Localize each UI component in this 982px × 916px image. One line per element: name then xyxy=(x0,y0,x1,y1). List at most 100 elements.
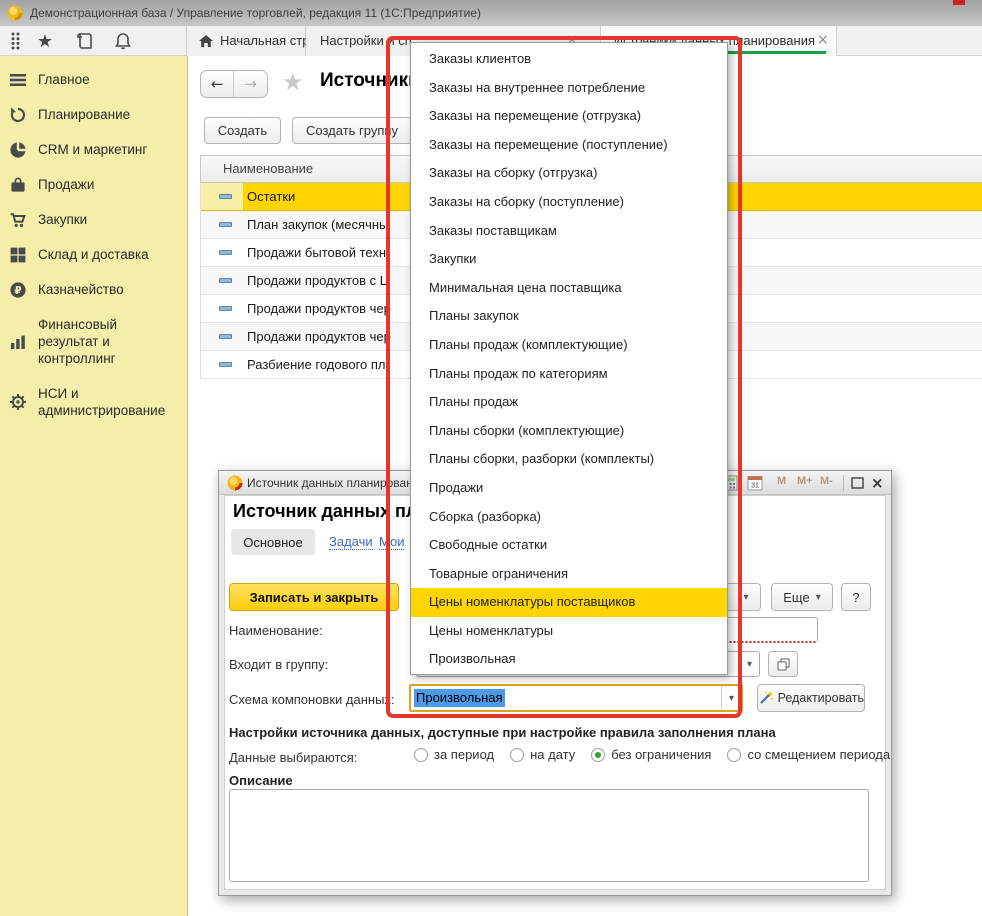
sidebar-item[interactable]: CRM и маркетинг xyxy=(0,132,187,167)
dropdown-item[interactable]: Заказы на сборку (поступление) xyxy=(411,188,727,217)
dropdown-item[interactable]: Минимальная цена поставщика xyxy=(411,274,727,303)
list-item-icon xyxy=(219,362,232,367)
memory-mminus-button[interactable]: M- xyxy=(820,475,833,487)
dialog-tab-main[interactable]: Основное xyxy=(231,529,315,555)
list-item-icon xyxy=(219,222,232,227)
save-and-close-button[interactable]: Записать и закрыть xyxy=(229,583,399,611)
sidebar-item-icon xyxy=(9,106,27,124)
help-button[interactable]: ? xyxy=(841,583,871,611)
edit-schema-button[interactable]: Редактировать xyxy=(757,684,865,712)
sidebar-item-icon xyxy=(9,333,27,351)
home-icon xyxy=(198,33,214,54)
dropdown-item[interactable]: Планы продаж xyxy=(411,388,727,417)
favorite-star-icon[interactable]: ★ xyxy=(282,68,304,96)
tab-settings-label: Настройки и сп xyxy=(320,26,412,55)
row-name: Продажи продуктов с Ц xyxy=(247,267,389,295)
dropdown-item[interactable]: Заказы на перемещение (поступление) xyxy=(411,131,727,160)
create-group-button[interactable]: Создать группу xyxy=(292,117,412,144)
open-icon xyxy=(777,658,790,671)
sidebar-item-icon xyxy=(9,246,27,264)
dropdown-item[interactable]: Цены номенклатуры поставщиков xyxy=(411,588,727,617)
favorites-star-icon[interactable]: ★ xyxy=(32,29,58,53)
radio-dot xyxy=(727,748,741,762)
dropdown-item[interactable]: Заказы на внутреннее потребление xyxy=(411,74,727,103)
radio-option[interactable]: за период xyxy=(414,747,494,762)
list-item-icon xyxy=(219,194,232,199)
dropdown-item[interactable]: Заказы на перемещение (отгрузка) xyxy=(411,102,727,131)
chevron-down-icon[interactable]: ▾ xyxy=(739,652,759,676)
schema-combo-input[interactable]: Произвольная ▾ xyxy=(409,684,743,712)
dropdown-item[interactable]: Планы сборки, разборки (комплекты) xyxy=(411,445,727,474)
sidebar-item-icon xyxy=(9,141,27,159)
annotation-fragment xyxy=(953,0,965,5)
svg-text:31: 31 xyxy=(751,483,759,490)
dropdown-item[interactable]: Товарные ограничения xyxy=(411,560,727,589)
memory-mplus-button[interactable]: M+ xyxy=(797,475,813,487)
dropdown-item[interactable]: Сборка (разборка) xyxy=(411,503,727,532)
dropdown-item[interactable]: Планы закупок xyxy=(411,302,727,331)
back-button[interactable]: ← xyxy=(201,71,234,97)
radio-label: со смещением периода xyxy=(747,747,890,762)
radio-label: на дату xyxy=(530,747,575,762)
dialog-tab-my[interactable]: Мои xyxy=(379,534,404,550)
sidebar-item-icon xyxy=(9,211,27,229)
sidebar-item-label: НСИ и администрирование xyxy=(38,386,165,418)
sidebar-item[interactable]: Главное xyxy=(0,62,187,97)
more-button[interactable]: Еще ▾ xyxy=(771,583,833,611)
period-radio-group: за период на дату без ограничения со сме… xyxy=(414,747,884,769)
sidebar-item[interactable]: Планирование xyxy=(0,97,187,132)
dropdown-item[interactable]: Произвольная xyxy=(411,645,727,674)
create-button[interactable]: Создать xyxy=(204,117,281,144)
history-icon[interactable] xyxy=(72,29,98,53)
window-titlebar: Демонстрационная база / Управление торго… xyxy=(0,0,982,26)
row-name: Продажи продуктов чер xyxy=(247,323,391,351)
dropdown-item[interactable]: Закупки xyxy=(411,245,727,274)
sidebar-item[interactable]: НСИ и администрирование xyxy=(0,376,187,428)
sidebar-item[interactable]: Продажи xyxy=(0,167,187,202)
radio-label: за период xyxy=(434,747,494,762)
magic-wand-icon xyxy=(758,690,773,706)
sidebar-item[interactable]: ₽ Казначейство xyxy=(0,272,187,307)
list-item-icon xyxy=(219,278,232,283)
radio-option[interactable]: без ограничения xyxy=(591,747,711,762)
window-title: Демонстрационная база / Управление торго… xyxy=(30,0,481,26)
radio-option[interactable]: со смещением периода xyxy=(727,747,890,762)
apps-grid-icon[interactable] xyxy=(2,29,28,53)
sidebar-item-label: CRM и маркетинг xyxy=(38,142,147,157)
sidebar-item[interactable]: Склад и доставка xyxy=(0,237,187,272)
sidebar-item[interactable]: Закупки xyxy=(0,202,187,237)
chevron-down-icon[interactable]: ▾ xyxy=(721,686,741,710)
nav-history-group: ← → xyxy=(200,70,268,98)
maximize-icon[interactable] xyxy=(851,476,864,494)
dropdown-item[interactable]: Планы сборки (комплектующие) xyxy=(411,417,727,446)
sidebar-item[interactable]: Финансовый результат и контроллинг xyxy=(0,307,187,376)
radio-option[interactable]: на дату xyxy=(510,747,575,762)
radio-dot xyxy=(414,748,428,762)
dropdown-item[interactable]: Планы продаж (комплектующие) xyxy=(411,331,727,360)
dropdown-item[interactable]: Планы продаж по категориям xyxy=(411,360,727,389)
titlebar-divider xyxy=(843,475,844,491)
group-open-button[interactable] xyxy=(768,651,798,677)
row-name: Продажи бытовой техн xyxy=(247,239,386,267)
dropdown-item[interactable]: Заказы поставщикам xyxy=(411,217,727,246)
memory-m-button[interactable]: M xyxy=(777,475,786,487)
list-item-icon xyxy=(219,250,232,255)
radio-dot xyxy=(510,748,524,762)
dropdown-item[interactable]: Заказы клиентов xyxy=(411,45,727,74)
sidebar-item-label: Планирование xyxy=(38,107,130,122)
notifications-bell-icon[interactable] xyxy=(110,29,136,53)
calendar-icon[interactable]: 31 xyxy=(747,475,763,496)
list-item-icon xyxy=(219,334,232,339)
forward-button[interactable]: → xyxy=(234,71,267,97)
dialog-tab-tasks[interactable]: Задачи xyxy=(329,534,373,550)
close-icon[interactable]: × xyxy=(871,471,884,495)
description-textarea[interactable] xyxy=(229,789,869,882)
dropdown-item[interactable]: Цены номенклатуры xyxy=(411,617,727,646)
dropdown-item[interactable]: Свободные остатки xyxy=(411,531,727,560)
dropdown-item[interactable]: Заказы на сборку (отгрузка) xyxy=(411,159,727,188)
row-name: Разбиение годового пл xyxy=(247,351,386,379)
dropdown-item[interactable]: Продажи xyxy=(411,474,727,503)
schema-value-selected-text: Произвольная xyxy=(414,689,505,707)
more-button-label: Еще xyxy=(783,590,809,605)
tab-home[interactable]: Начальная страница xyxy=(186,26,306,56)
